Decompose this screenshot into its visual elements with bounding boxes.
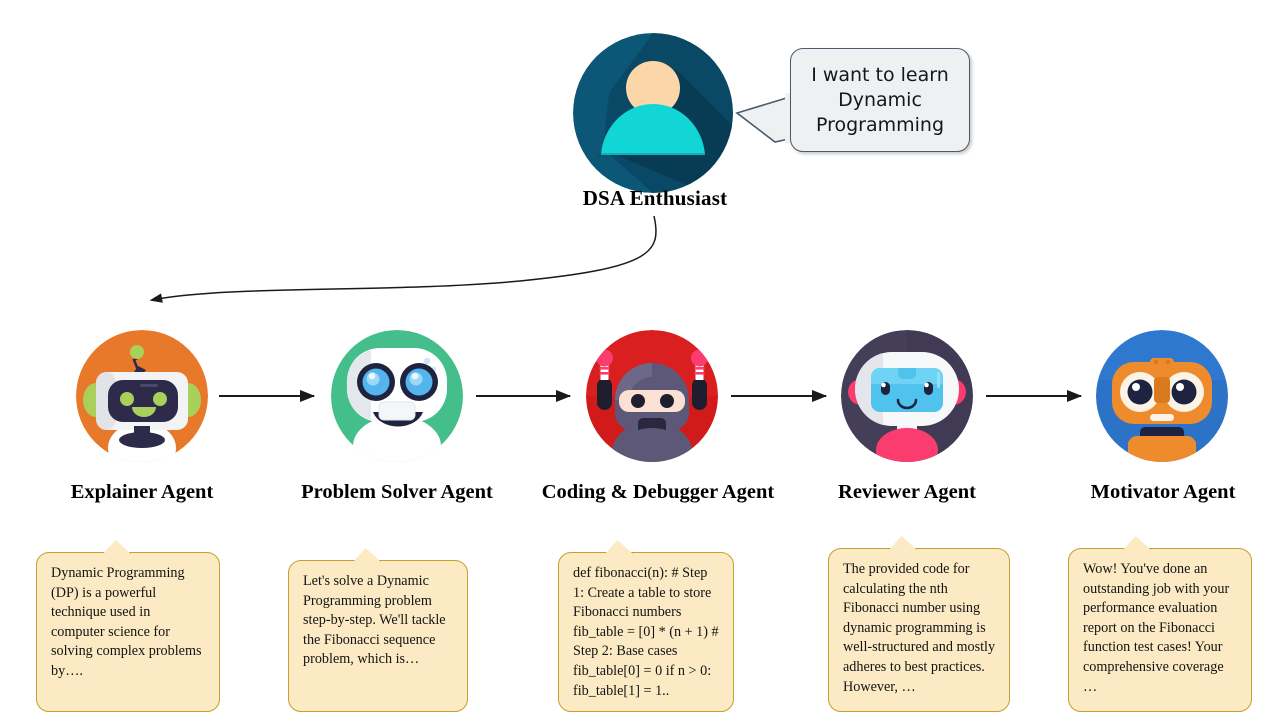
- agent-reviewer[interactable]: [841, 330, 973, 462]
- robot-reviewer-icon: [841, 330, 973, 462]
- agent-motivator[interactable]: [1096, 330, 1228, 462]
- bubble-motivator: Wow! You've done an outstanding job with…: [1068, 536, 1252, 712]
- bubble-problem-solver: Let's solve a Dynamic Programming proble…: [288, 548, 468, 712]
- bubble-text-reviewer: The provided code for calculating the nt…: [843, 561, 996, 695]
- agent-coding-debugger[interactable]: [586, 330, 718, 462]
- bubble-text-problem-solver: Let's solve a Dynamic Programming proble…: [303, 573, 446, 668]
- agent-label-problem-solver: Problem Solver Agent: [301, 481, 493, 503]
- agent-problem-solver[interactable]: [331, 330, 463, 462]
- bubble-text-motivator: Wow! You've done an outstanding job with…: [1083, 561, 1230, 695]
- bubble-coding-debugger: def fibonacci(n): # Step 1: Create a tab…: [558, 540, 734, 712]
- agent-label-coding-debugger: Coding & Debugger Agent: [541, 481, 775, 503]
- bubble-reviewer: The provided code for calculating the nt…: [828, 536, 1010, 712]
- bubble-text-explainer: Dynamic Programming (DP) is a powerful t…: [51, 565, 202, 679]
- robot-ninja-icon: [586, 330, 718, 462]
- user-speech-bubble: I want to learn Dynamic Programming: [790, 48, 970, 152]
- robot-problem-solver-icon: [331, 330, 463, 462]
- robot-explainer-icon: [76, 330, 208, 462]
- user-bubble-text: I want to learn Dynamic Programming: [811, 63, 949, 136]
- agent-label-motivator: Motivator Agent: [1090, 481, 1236, 503]
- user-label: DSA Enthusiast: [582, 186, 728, 210]
- agent-label-reviewer: Reviewer Agent: [838, 481, 976, 503]
- curved-arrow-user-to-explainer: [149, 215, 657, 303]
- agent-label-explainer: Explainer Agent: [70, 481, 214, 503]
- user-avatar-block: [573, 33, 733, 193]
- robot-motivator-icon: [1096, 330, 1228, 462]
- agent-explainer[interactable]: [76, 330, 208, 462]
- person-avatar-icon: [573, 33, 733, 193]
- bubble-explainer: Dynamic Programming (DP) is a powerful t…: [36, 540, 220, 712]
- bubble-text-coding-debugger: def fibonacci(n): # Step 1: Create a tab…: [573, 565, 719, 699]
